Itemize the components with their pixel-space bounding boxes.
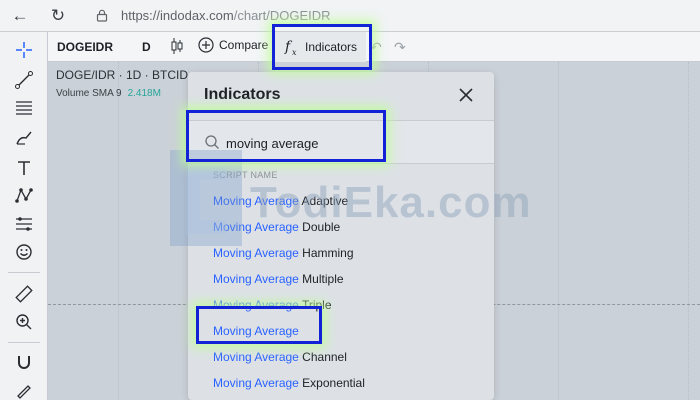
result-moving-average-multiple[interactable]: Moving Average Multiple	[213, 272, 344, 286]
zoom-in-icon[interactable]	[12, 310, 36, 334]
toolbar-divider	[8, 272, 40, 273]
result-suffix: Exponential	[298, 376, 365, 390]
projection-icon[interactable]	[12, 212, 36, 236]
candles-icon[interactable]	[170, 37, 184, 55]
watermark-text: TodiEka.com	[250, 178, 532, 227]
result-moving-average-exponential[interactable]: Moving Average Exponential	[213, 376, 365, 390]
dialog-title: Indicators	[204, 86, 281, 103]
lock-drawing-icon[interactable]	[12, 378, 36, 400]
grid-line	[118, 62, 119, 400]
toolbar-divider	[8, 342, 40, 343]
url-host: https://indodax.com	[121, 8, 234, 23]
smiley-icon[interactable]	[12, 240, 36, 264]
result-suffix: Channel	[298, 350, 347, 364]
ruler-icon[interactable]	[12, 282, 36, 306]
reload-icon[interactable]: ↻	[48, 6, 68, 26]
trend-line-icon[interactable]	[12, 68, 36, 92]
site-info-icon[interactable]	[96, 9, 108, 22]
result-moving-average-channel[interactable]: Moving Average Channel	[213, 350, 347, 364]
watermark-logo-mark	[186, 166, 226, 234]
brush-icon[interactable]	[12, 126, 36, 150]
highlight-moving-average-result	[196, 306, 322, 344]
volume-legend: Volume SMA 9 2.418M	[56, 88, 161, 99]
close-icon[interactable]	[456, 85, 476, 105]
drawing-toolbar	[0, 32, 48, 400]
interval-button[interactable]: D	[142, 40, 151, 54]
crosshair-icon[interactable]	[12, 38, 36, 62]
back-arrow-icon[interactable]: ←	[10, 6, 30, 26]
url-path: /chart/DOGEIDR	[233, 8, 331, 23]
result-suffix: Hamming	[298, 246, 354, 260]
highlight-indicators-button	[272, 24, 372, 70]
volume-value: 2.418M	[127, 88, 161, 99]
volume-label: Volume SMA 9	[56, 88, 122, 99]
symbol-search-button[interactable]: DOGEIDR	[57, 40, 113, 54]
grid-line	[558, 62, 559, 400]
pattern-icon[interactable]	[12, 184, 36, 208]
result-match: Moving Average	[213, 350, 299, 364]
compare-button[interactable]: Compare	[198, 37, 268, 53]
plus-circle-icon	[198, 37, 214, 53]
result-match: Moving Average	[213, 246, 299, 260]
result-match: Moving Average	[213, 376, 299, 390]
redo-icon[interactable]: ↷	[394, 39, 406, 56]
compare-label: Compare	[219, 38, 269, 52]
result-moving-average-hamming[interactable]: Moving Average Hamming	[213, 246, 354, 260]
result-suffix: Multiple	[298, 272, 344, 286]
magnet-icon[interactable]	[12, 350, 36, 374]
highlight-search-field	[186, 110, 386, 162]
result-match: Moving Average	[213, 272, 299, 286]
horizontal-lines-icon[interactable]	[12, 96, 36, 120]
chart-toolbar: DOGEIDR D Compare fx Indicators ↶ ↷	[48, 32, 700, 62]
address-bar[interactable]: https://indodax.com/chart/DOGEIDR	[121, 8, 331, 23]
text-icon[interactable]	[12, 156, 36, 180]
series-title: DOGE/IDR · 1D · BTCID	[56, 68, 189, 82]
grid-line	[688, 62, 689, 400]
